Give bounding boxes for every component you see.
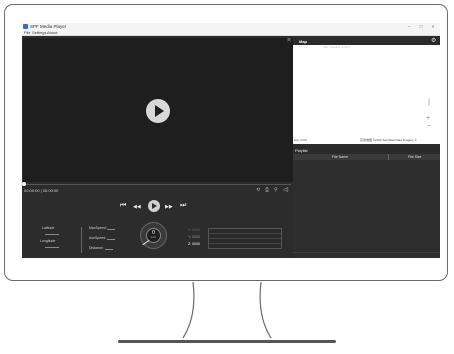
map-canvas[interactable] [293,45,440,143]
previous-button[interactable]: ⏮ [120,202,126,210]
graph-gridline [209,238,281,239]
close-button[interactable]: × [428,23,438,30]
map-tab[interactable]: Map [299,38,307,45]
zoom-out-button[interactable]: − [427,123,431,130]
gear-icon[interactable]: ⚙ [431,38,436,45]
graph-gridline [209,233,281,234]
play-overlay-button[interactable] [146,99,170,123]
play-button[interactable] [148,200,160,212]
progress-bar[interactable] [23,184,291,185]
x-axis-label: X: 0000 [188,228,201,232]
title-bar: SPF Media Player – □ × [22,23,440,30]
longitude-label: Longitude [40,239,56,243]
volume-icon[interactable]: ◁) [283,187,289,193]
max-speed-label: MaxSpeed: [89,226,107,230]
video-viewport[interactable] [23,38,293,182]
window-title: SPF Media Player [30,24,67,29]
app-window: SPF Media Player – □ × File Settings Abo… [22,23,440,258]
ave-speed-label: AveSpeed: [89,236,107,240]
graph-gridline [209,243,281,244]
desktop-scene: SPF Media Player – □ × File Settings Abo… [0,0,454,354]
fullscreen-icon[interactable]: ⤧ [287,38,291,45]
speed-unit: km/h [150,236,157,239]
minimize-button[interactable]: – [404,23,414,30]
menu-file[interactable]: File [24,30,30,36]
distance-value [105,249,113,250]
map-header [293,38,440,45]
progress-handle[interactable] [22,182,26,186]
maximize-button[interactable]: □ [416,23,426,30]
rewind-button[interactable]: ◀◀ [133,203,141,211]
monitor-stand [182,282,272,339]
map-credit-right: 高德地图 ©2023 AutoNavi Data Imagery © [360,138,417,142]
max-speed-value [107,229,115,230]
distance-label: Distance: [89,246,104,250]
latitude-value [45,234,59,235]
gsensor-graph [208,228,282,249]
monitor-base [118,340,336,343]
map-credit-left: Esri OSM [294,138,307,142]
timecode: 00:00:00 | 00:00:00 [24,188,59,193]
rotate-icon[interactable]: ⟲ [256,187,260,193]
ave-speed-value [107,239,115,240]
z-axis-label: Z: 0000 [188,242,200,246]
longitude-value [45,247,59,248]
map-zoom-slider[interactable] [428,98,430,106]
menu-bar: File Settings About [22,30,440,36]
y-axis-label: Y: 0000 [188,235,200,239]
map-type-selector[interactable]: Map Satellite Hybrid [323,45,350,49]
fast-forward-button[interactable]: ▶▶ [165,203,173,211]
menu-settings[interactable]: Settings [32,30,46,36]
playlist-row [293,252,440,253]
menu-about[interactable]: About [47,30,57,36]
playlist-list[interactable] [293,160,440,258]
app-logo-icon [23,24,28,29]
next-button[interactable]: ⏭ [180,202,186,210]
playlist-title: Playlist [293,147,440,154]
screenshot-icon[interactable]: ⎙ [265,187,269,193]
zoom-icon[interactable]: ⚲ [274,187,278,193]
latitude-label: Latitude [42,226,55,230]
zoom-in-button[interactable]: + [426,115,430,122]
telemetry-divider [81,227,82,253]
